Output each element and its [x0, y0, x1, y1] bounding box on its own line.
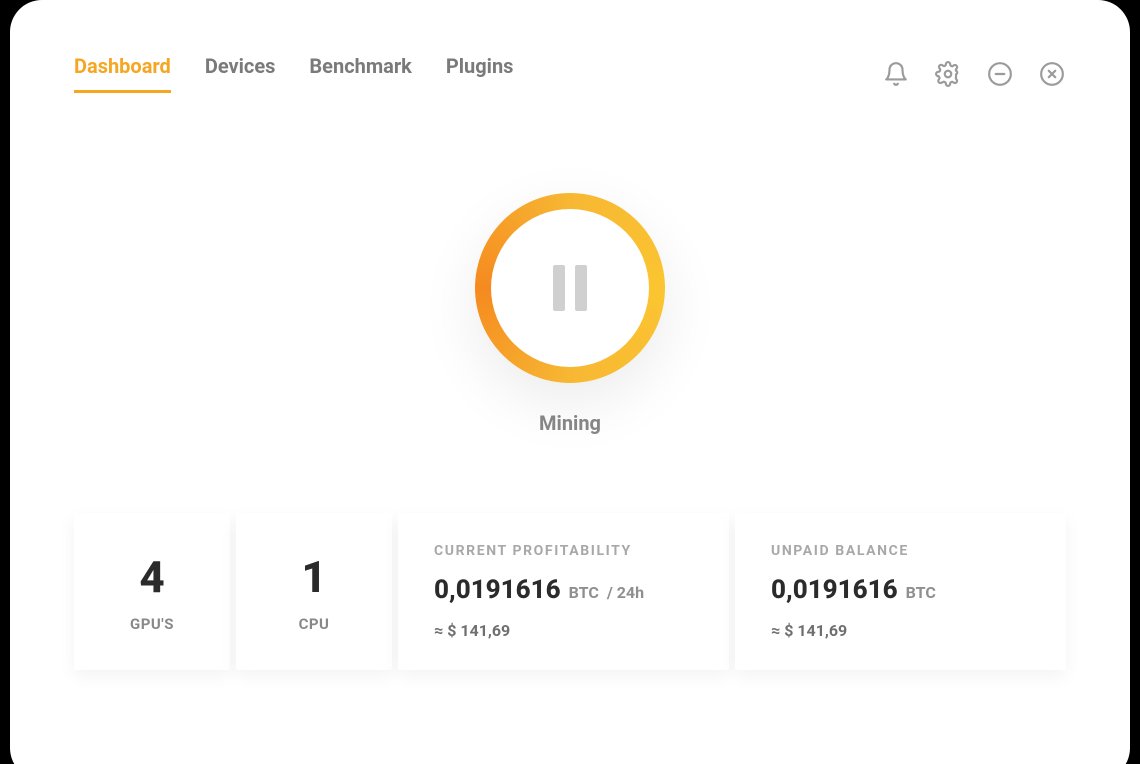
tab-dashboard[interactable]: Dashboard [74, 54, 171, 93]
mining-section: Mining [74, 193, 1066, 435]
app-window: Dashboard Devices Benchmark Plugins [10, 0, 1130, 764]
cpu-count: 1 [301, 551, 326, 603]
gpu-count: 4 [139, 551, 164, 603]
card-cpu: 1 CPU [236, 513, 392, 670]
profitability-approx: ≈ $ 141,69 [434, 621, 693, 640]
close-icon[interactable] [1038, 60, 1066, 88]
balance-main: 0,0191616 BTC [771, 575, 1030, 605]
card-profitability: CURRENT PROFITABILITY 0,0191616 BTC / 24… [398, 513, 729, 670]
tab-plugins[interactable]: Plugins [446, 54, 514, 93]
gear-icon[interactable] [934, 60, 962, 88]
bell-icon[interactable] [882, 60, 910, 88]
app-content: Dashboard Devices Benchmark Plugins [10, 0, 1130, 764]
mining-toggle-button[interactable] [475, 193, 665, 383]
balance-unit: BTC [906, 583, 936, 602]
tab-benchmark[interactable]: Benchmark [309, 54, 411, 93]
stats-row: 4 GPU'S 1 CPU CURRENT PROFITABILITY 0,01… [74, 513, 1066, 670]
tab-bar: Dashboard Devices Benchmark Plugins [74, 54, 513, 93]
balance-approx: ≈ $ 141,69 [771, 621, 1030, 640]
balance-title: UNPAID BALANCE [771, 543, 1030, 559]
card-gpus: 4 GPU'S [74, 513, 230, 670]
cpu-label: CPU [299, 615, 330, 633]
profitability-unit: BTC [569, 583, 599, 602]
card-balance: UNPAID BALANCE 0,0191616 BTC ≈ $ 141,69 [735, 513, 1066, 670]
header-actions [882, 60, 1066, 88]
minimize-icon[interactable] [986, 60, 1014, 88]
tab-devices[interactable]: Devices [205, 54, 276, 93]
profitability-title: CURRENT PROFITABILITY [434, 543, 693, 559]
mining-inner [491, 209, 649, 367]
profitability-amount: 0,0191616 [434, 575, 561, 605]
profitability-main: 0,0191616 BTC / 24h [434, 575, 693, 605]
header: Dashboard Devices Benchmark Plugins [74, 54, 1066, 93]
balance-amount: 0,0191616 [771, 575, 898, 605]
mining-status-label: Mining [539, 411, 601, 435]
profitability-period: / 24h [607, 583, 644, 602]
pause-icon [553, 265, 587, 311]
gpu-label: GPU'S [130, 615, 174, 633]
